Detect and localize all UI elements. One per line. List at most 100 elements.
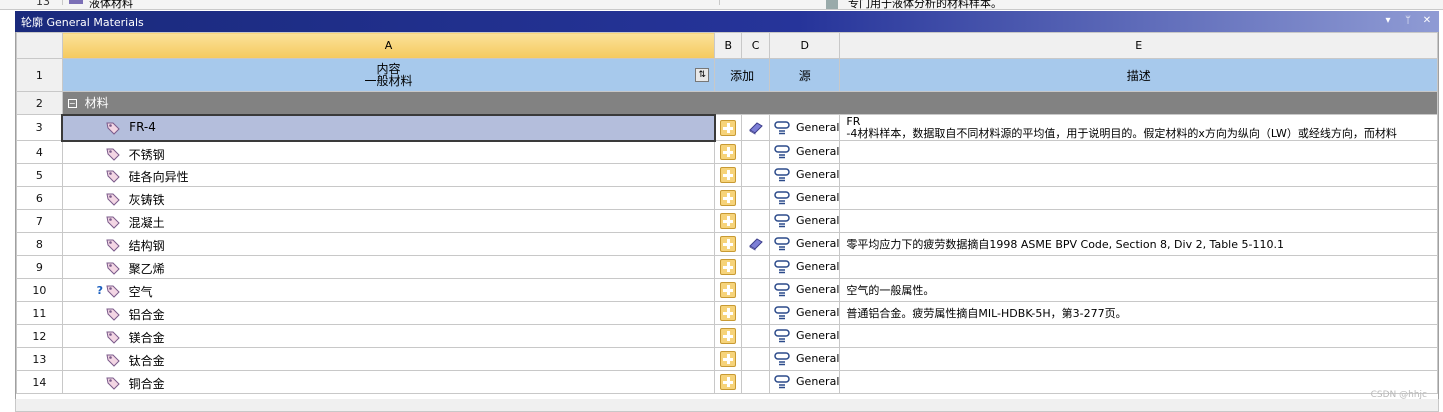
book-cell[interactable] — [741, 186, 771, 210]
row-number[interactable]: 3 — [16, 114, 63, 141]
row-number[interactable]: 11 — [16, 301, 63, 325]
row-number[interactable]: 9 — [16, 255, 63, 279]
column-header-e[interactable]: E — [839, 32, 1438, 59]
panel-menu-button[interactable]: ▾ — [1381, 14, 1395, 28]
material-row[interactable]: 7 混凝土 General — [16, 209, 1438, 233]
book-icon[interactable] — [748, 121, 764, 135]
description-cell[interactable]: 空气的一般属性。 — [839, 278, 1438, 302]
add-cell[interactable] — [714, 163, 743, 187]
add-material-icon[interactable] — [720, 236, 737, 252]
material-name-cell[interactable]: FR-4 — [61, 113, 716, 142]
row-number[interactable]: 13 — [16, 347, 63, 371]
book-cell[interactable] — [741, 347, 771, 371]
book-icon[interactable] — [748, 237, 764, 251]
description-cell[interactable] — [839, 163, 1438, 187]
row-number[interactable]: 6 — [16, 186, 63, 210]
material-row[interactable]: 9 聚乙烯 General — [16, 255, 1438, 279]
description-cell[interactable] — [839, 347, 1438, 371]
material-name-cell[interactable]: 不锈钢 — [61, 140, 716, 164]
add-material-icon[interactable] — [720, 282, 737, 298]
add-cell[interactable] — [714, 278, 743, 302]
material-name-cell[interactable]: 铜合金 — [61, 370, 716, 394]
add-cell[interactable] — [714, 114, 743, 141]
material-name-cell[interactable]: 混凝土 — [61, 209, 716, 233]
description-cell[interactable] — [839, 370, 1438, 394]
add-cell[interactable] — [714, 186, 743, 210]
close-button[interactable]: ✕ — [1420, 14, 1434, 28]
row-number[interactable]: 8 — [16, 232, 63, 256]
add-material-icon[interactable] — [720, 351, 737, 367]
material-name-cell[interactable]: 聚乙烯 — [61, 255, 716, 279]
material-name-cell[interactable]: 结构钢 — [61, 232, 716, 256]
material-row[interactable]: 3 FR-4 General FR -4材料样本，数据取自不同材料源的平均值，用于说明目… — [16, 113, 1438, 142]
collapse-icon[interactable]: − — [67, 99, 77, 109]
description-cell[interactable] — [839, 255, 1438, 279]
material-row[interactable]: 10? 空气 General 空气的一般属性。 — [16, 278, 1438, 302]
add-material-icon[interactable] — [720, 190, 737, 206]
book-cell[interactable] — [741, 163, 771, 187]
material-row[interactable]: 6 灰铸铁 General — [16, 186, 1438, 210]
add-cell[interactable] — [714, 324, 743, 348]
material-name-cell[interactable]: 硅各向异性 — [61, 163, 716, 187]
material-row[interactable]: 14 铜合金 General — [16, 370, 1438, 394]
material-row[interactable]: 4 不锈钢 General — [16, 140, 1438, 164]
add-cell[interactable] — [714, 301, 743, 325]
book-cell[interactable] — [741, 324, 771, 348]
source-cell[interactable]: General — [769, 114, 841, 141]
material-row[interactable]: 13 钛合金 General — [16, 347, 1438, 371]
row-number[interactable]: 14 — [16, 370, 63, 394]
row-number[interactable]: 4 — [16, 140, 63, 164]
description-cell[interactable] — [839, 186, 1438, 210]
row-number[interactable]: 1 — [16, 58, 63, 92]
source-cell[interactable]: General — [769, 186, 841, 210]
source-cell[interactable]: General — [769, 278, 841, 302]
source-cell[interactable]: General — [769, 324, 841, 348]
description-cell[interactable] — [839, 324, 1438, 348]
add-material-icon[interactable] — [720, 259, 737, 275]
pin-button[interactable]: ᛘ — [1401, 14, 1415, 28]
add-material-icon[interactable] — [720, 167, 737, 183]
add-material-icon[interactable] — [720, 213, 737, 229]
group-header[interactable]: − 材料 — [61, 91, 1439, 115]
material-name-cell[interactable]: 钛合金 — [61, 347, 716, 371]
material-name-cell[interactable]: ? 空气 — [61, 278, 716, 302]
row-number[interactable]: 7 — [16, 209, 63, 233]
column-header-b[interactable]: B — [714, 32, 743, 59]
book-cell[interactable] — [741, 301, 771, 325]
column-header-c[interactable]: C — [741, 32, 771, 59]
description-cell[interactable]: 零平均应力下的疲劳数据摘自1998 ASME BPV Code, Section… — [839, 232, 1438, 256]
description-cell[interactable]: FR -4材料样本，数据取自不同材料源的平均值，用于说明目的。假定材料的x方向为纵… — [839, 114, 1438, 141]
description-cell[interactable] — [839, 140, 1438, 164]
description-cell[interactable] — [839, 209, 1438, 233]
book-cell[interactable] — [741, 232, 771, 256]
source-cell[interactable]: General — [769, 209, 841, 233]
add-cell[interactable] — [714, 370, 743, 394]
material-row[interactable]: 12 镁合金 General — [16, 324, 1438, 348]
source-cell[interactable]: General — [769, 140, 841, 164]
book-cell[interactable] — [741, 140, 771, 164]
add-material-icon[interactable] — [720, 144, 737, 160]
book-cell[interactable] — [741, 278, 771, 302]
row-number[interactable]: 2 — [16, 91, 63, 115]
source-cell[interactable]: General — [769, 301, 841, 325]
material-name-cell[interactable]: 铝合金 — [61, 301, 716, 325]
add-cell[interactable] — [714, 232, 743, 256]
source-cell[interactable]: General — [769, 255, 841, 279]
source-cell[interactable]: General — [769, 163, 841, 187]
source-cell[interactable]: General — [769, 347, 841, 371]
add-cell[interactable] — [714, 347, 743, 371]
material-name-cell[interactable]: 镁合金 — [61, 324, 716, 348]
add-material-icon[interactable] — [720, 374, 737, 390]
corner-cell[interactable] — [16, 32, 63, 59]
column-header-a[interactable]: A — [61, 32, 716, 59]
source-cell[interactable]: General — [769, 232, 841, 256]
material-row[interactable]: 11 铝合金 General 普通铝合金。疲劳属性摘自MIL-HDBK-5H，第3-2… — [16, 301, 1438, 325]
book-cell[interactable] — [741, 114, 771, 141]
source-cell[interactable]: General — [769, 370, 841, 394]
book-cell[interactable] — [741, 209, 771, 233]
column-header-d[interactable]: D — [769, 32, 841, 59]
book-cell[interactable] — [741, 370, 771, 394]
add-material-icon[interactable] — [720, 305, 737, 321]
add-cell[interactable] — [714, 140, 743, 164]
row-number[interactable]: 5 — [16, 163, 63, 187]
